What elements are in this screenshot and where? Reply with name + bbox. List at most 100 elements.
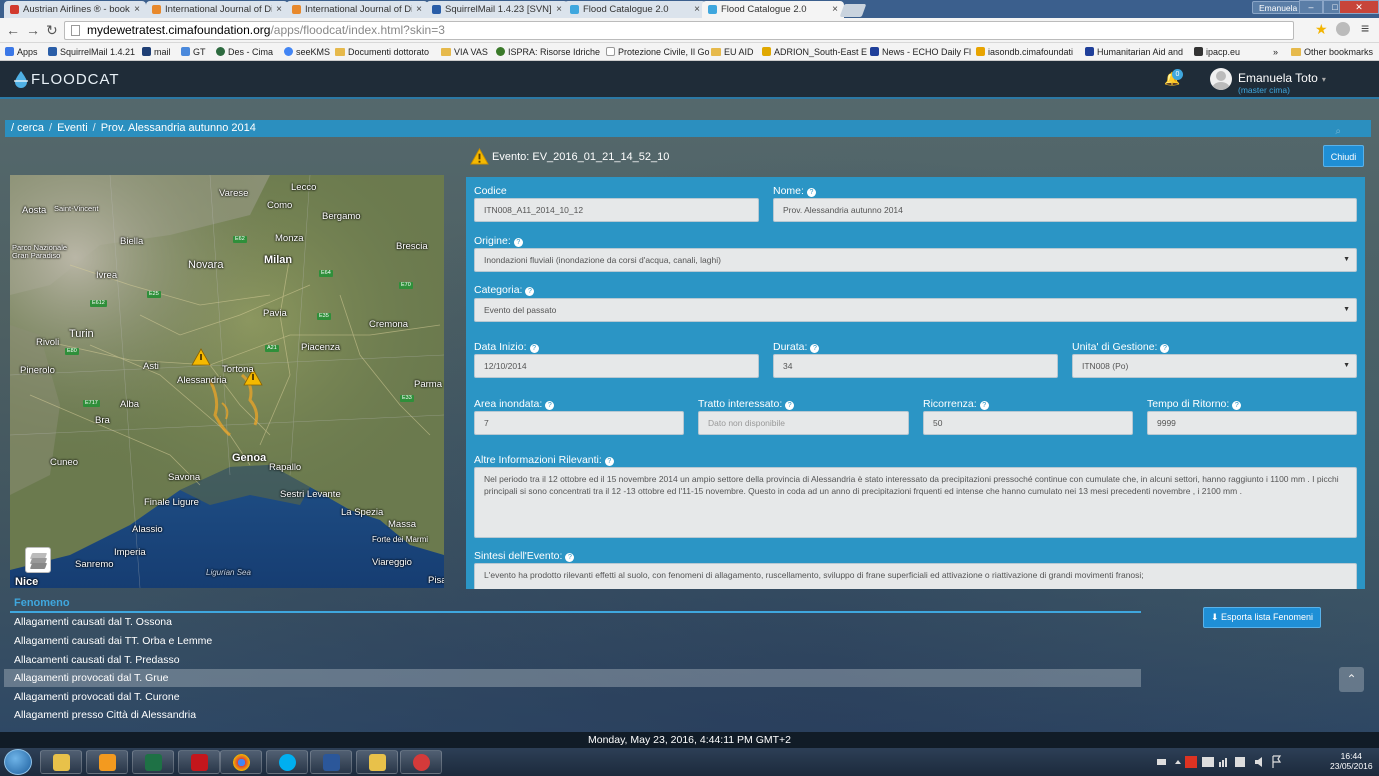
tab-close-icon[interactable]: ×: [416, 4, 422, 15]
volume-icon[interactable]: [1255, 757, 1262, 767]
bookmark-item[interactable]: Des - Cima: [216, 45, 273, 58]
tratto-field[interactable]: Dato non disponibile: [698, 411, 909, 435]
browser-tab[interactable]: Flood Catalogue 2.0 ×: [564, 1, 706, 18]
breadcrumb-root[interactable]: / cerca: [11, 122, 44, 134]
tab-close-icon[interactable]: ×: [694, 4, 700, 15]
minimize-button[interactable]: –: [1299, 0, 1323, 14]
codice-field[interactable]: ITN008_A11_2014_10_12: [474, 198, 759, 222]
help-icon[interactable]: ?: [529, 344, 539, 353]
scroll-top-button[interactable]: ⌃: [1339, 667, 1364, 692]
window-close-button[interactable]: ✕: [1339, 0, 1379, 14]
origine-select[interactable]: Inondazioni fluviali (inondazione da cor…: [474, 248, 1357, 272]
list-item[interactable]: Allagamenti causati dal T. Ossona: [4, 613, 1141, 631]
categoria-select[interactable]: Evento del passato ▼: [474, 298, 1357, 322]
browser-tab[interactable]: SquirrelMail 1.4.23 [SVN] ×: [426, 1, 568, 18]
list-item[interactable]: Allagamenti provocati dal T. Curone: [4, 688, 1141, 706]
taskbar-excel[interactable]: [132, 750, 174, 774]
window-user-badge[interactable]: Emanuela: [1252, 1, 1305, 14]
tab-close-icon[interactable]: ×: [556, 4, 562, 15]
browser-menu-icon[interactable]: ≡: [1361, 20, 1369, 36]
taskbar-chrome[interactable]: [220, 750, 262, 774]
bookmark-folder[interactable]: VIA VAS: [441, 45, 488, 58]
back-icon[interactable]: ←: [6, 22, 20, 38]
bookmark-item[interactable]: mail: [142, 45, 171, 58]
network-icon[interactable]: [1202, 757, 1214, 767]
antivirus-icon[interactable]: [1185, 756, 1197, 768]
url-input[interactable]: mydewetratest.cimafoundation.org/apps/fl…: [64, 21, 1294, 40]
new-tab-button[interactable]: [839, 4, 867, 17]
bookmark-item[interactable]: Humanitarian Aid and: [1085, 45, 1183, 58]
fenomeno-header[interactable]: Fenomeno: [14, 597, 70, 609]
list-item[interactable]: Allagamenti causati dai TT. Orba e Lemme: [4, 632, 1141, 650]
taskbar-word[interactable]: [310, 750, 352, 774]
keyboard-icon[interactable]: [1157, 759, 1166, 765]
show-hidden-icons-icon[interactable]: [1175, 760, 1181, 764]
help-icon[interactable]: ?: [979, 401, 989, 410]
bookmark-item[interactable]: Protezione Civile, Il Go: [606, 45, 710, 58]
tab-close-icon[interactable]: ×: [276, 4, 282, 15]
browser-tab[interactable]: International Journal of Di ×: [286, 1, 428, 18]
event-map[interactable]: Aosta Saint-Vincent Varese Como Lecco Be…: [10, 175, 444, 588]
bookmark-folder[interactable]: Documenti dottorato: [335, 45, 429, 58]
help-icon[interactable]: ?: [604, 457, 614, 466]
help-icon[interactable]: ?: [1160, 344, 1170, 353]
list-item[interactable]: Allagamenti presso Città di Alessandria: [4, 706, 1141, 724]
floodcat-logo[interactable]: FLOODCAT: [14, 70, 120, 88]
bookmarks-overflow-button[interactable]: »: [1273, 45, 1278, 58]
help-icon[interactable]: ?: [525, 287, 535, 296]
extension-icon[interactable]: [1336, 22, 1350, 36]
help-icon[interactable]: ?: [513, 238, 523, 247]
tab-close-icon[interactable]: ×: [832, 4, 838, 15]
ricorrenza-field[interactable]: 50: [923, 411, 1133, 435]
help-icon[interactable]: ?: [1232, 401, 1242, 410]
list-item[interactable]: Allacamenti causati dal T. Predasso: [4, 651, 1141, 669]
list-item-selected[interactable]: Allagamenti provocati dal T. Grue: [4, 669, 1141, 687]
export-fenomeni-button[interactable]: ⬇ Esporta lista Fenomeni: [1203, 607, 1321, 628]
browser-tab[interactable]: Austrian Airlines ® - book ×: [4, 1, 146, 18]
forward-icon[interactable]: →: [26, 22, 40, 38]
taskbar-snipping[interactable]: [400, 750, 442, 774]
browser-tab[interactable]: International Journal of Di ×: [146, 1, 288, 18]
close-button[interactable]: Chiudi: [1323, 145, 1364, 167]
bookmark-item[interactable]: News - ECHO Daily Fl: [870, 45, 971, 58]
signal-icon[interactable]: [1219, 762, 1221, 767]
help-icon[interactable]: ?: [785, 401, 795, 410]
sintesi-textarea[interactable]: L'evento ha prodotto rilevanti effetti a…: [474, 563, 1357, 589]
help-icon[interactable]: ?: [806, 188, 816, 197]
breadcrumb-eventi[interactable]: Eventi: [57, 122, 88, 134]
data-inizio-field[interactable]: 12/10/2014: [474, 354, 759, 378]
area-inondata-field[interactable]: 7: [474, 411, 684, 435]
tab-close-icon[interactable]: ×: [134, 4, 140, 15]
search-icon[interactable]: ⌕: [1335, 123, 1341, 140]
bookmark-item[interactable]: GT: [181, 45, 206, 58]
bookmark-item[interactable]: ISPRA: Risorse Idriche: [496, 45, 600, 58]
taskbar-files[interactable]: [356, 750, 398, 774]
other-bookmarks[interactable]: Other bookmarks: [1291, 45, 1373, 58]
taskbar-clock[interactable]: 16:44 23/05/2016: [1330, 751, 1373, 771]
avatar[interactable]: [1210, 68, 1232, 90]
device-icon[interactable]: [1235, 757, 1245, 767]
help-icon[interactable]: ?: [565, 553, 575, 562]
browser-tab-active[interactable]: Flood Catalogue 2.0 ×: [702, 1, 844, 18]
tempo-ritorno-field[interactable]: 9999: [1147, 411, 1357, 435]
layers-button[interactable]: [25, 547, 51, 573]
durata-field[interactable]: 34: [773, 354, 1058, 378]
action-center-flag-icon[interactable]: [1272, 755, 1282, 768]
bookmark-item[interactable]: ipacp.eu: [1194, 45, 1240, 58]
start-button[interactable]: [4, 749, 32, 775]
help-icon[interactable]: ?: [810, 344, 820, 353]
unita-gestione-select[interactable]: ITN008 (Po) ▼: [1072, 354, 1357, 378]
bookmark-star-icon[interactable]: ★: [1315, 21, 1328, 38]
bookmark-folder[interactable]: EU AID: [711, 45, 754, 58]
nome-field[interactable]: Prov. Alessandria autunno 2014: [773, 198, 1357, 222]
bookmark-item[interactable]: seeKMS: [284, 45, 330, 58]
bookmark-item[interactable]: SquirrelMail 1.4.21: [48, 45, 135, 58]
taskbar-acrobat[interactable]: [178, 750, 220, 774]
taskbar-skype[interactable]: [266, 750, 308, 774]
help-icon[interactable]: ?: [545, 401, 555, 410]
bookmark-item[interactable]: iasondb.cimafoundati: [976, 45, 1073, 58]
taskbar-media[interactable]: [86, 750, 128, 774]
bookmark-apps[interactable]: Apps: [5, 45, 38, 58]
reload-icon[interactable]: ↻: [46, 22, 58, 39]
user-menu[interactable]: Emanuela Toto ▾: [1238, 71, 1326, 85]
